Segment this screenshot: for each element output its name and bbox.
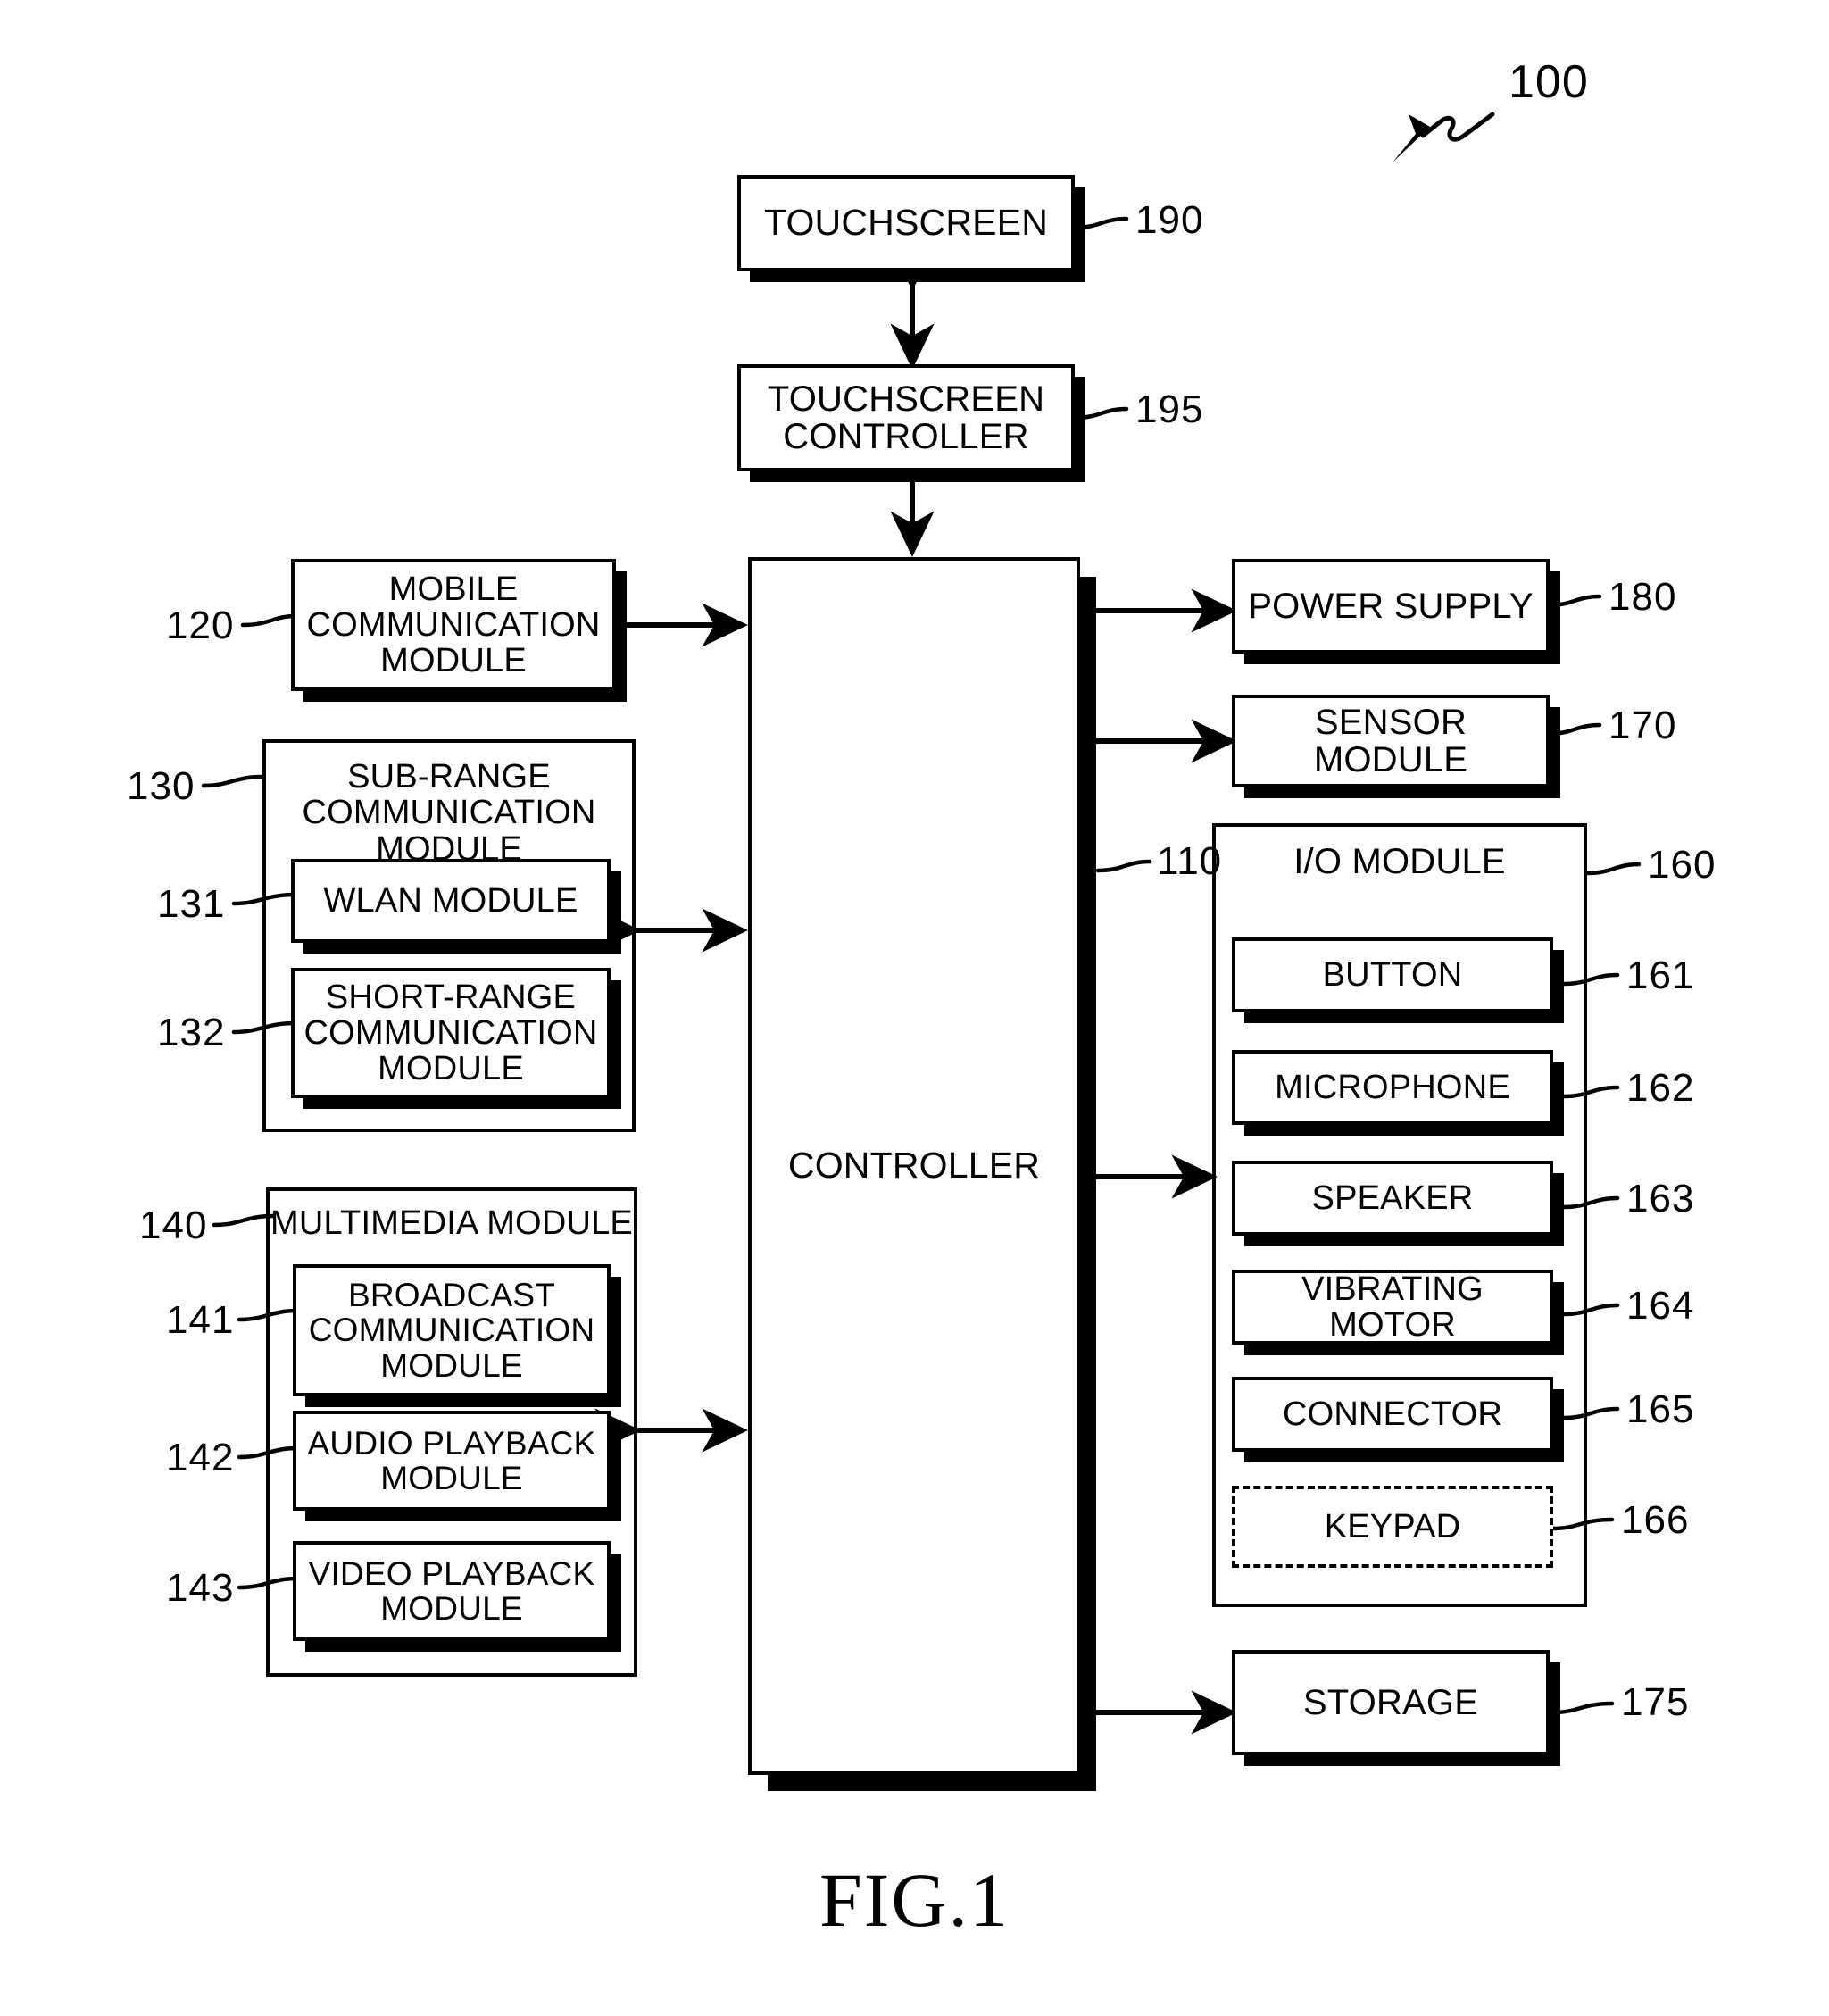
io-module-label: I/O MODULE [1293, 842, 1506, 881]
leader-140 [212, 1213, 276, 1228]
ref-140: 140 [139, 1204, 208, 1247]
node-wlan-module[interactable]: WLAN MODULE [291, 859, 611, 943]
leader-110 [1095, 859, 1152, 873]
node-touchscreen[interactable]: TOUCHSCREEN [737, 175, 1075, 271]
touchscreen-controller-label: TOUCHSCREEN CONTROLLER [767, 379, 1045, 456]
ref-165: 165 [1626, 1387, 1695, 1431]
node-vibrating-motor[interactable]: VIBRATING MOTOR [1232, 1270, 1553, 1345]
ref-143: 143 [166, 1566, 235, 1610]
leader-170 [1545, 722, 1602, 737]
leader-195 [1072, 406, 1129, 421]
wlan-module-label: WLAN MODULE [323, 881, 578, 920]
sensor-module-label: SENSOR MODULE [1313, 702, 1468, 779]
node-button[interactable]: BUTTON [1232, 937, 1553, 1012]
ref-162: 162 [1626, 1066, 1695, 1110]
node-mobile-communication-module[interactable]: MOBILE COMMUNICATION MODULE [291, 559, 616, 691]
node-short-range-communication-module[interactable]: SHORT-RANGE COMMUNICATION MODULE [291, 968, 611, 1098]
ref-142: 142 [166, 1436, 235, 1479]
keypad-label: KEYPAD [1324, 1507, 1461, 1545]
speaker-label: SPEAKER [1311, 1179, 1474, 1217]
mobile-communication-module-label: MOBILE COMMUNICATION MODULE [306, 570, 601, 680]
video-playback-module-label: VIDEO PLAYBACK MODULE [308, 1554, 595, 1627]
node-storage[interactable]: STORAGE [1232, 1650, 1550, 1755]
patent-figure-page: 100 TOUCHSCREEN 190 TOUCHSCREEN CONTROLL… [0, 0, 1829, 2016]
leader-120 [240, 613, 299, 628]
node-broadcast-communication-module[interactable]: BROADCAST COMMUNICATION MODULE [293, 1264, 611, 1396]
ref-164: 164 [1626, 1284, 1695, 1328]
node-touchscreen-controller[interactable]: TOUCHSCREEN CONTROLLER [737, 364, 1075, 471]
connector-label: CONNECTOR [1283, 1395, 1502, 1433]
node-audio-playback-module[interactable]: AUDIO PLAYBACK MODULE [293, 1411, 611, 1511]
microphone-label: MICROPHONE [1275, 1068, 1510, 1106]
button-label: BUTTON [1322, 955, 1463, 994]
ref-161: 161 [1626, 954, 1695, 997]
controller-label: CONTROLLER [787, 1145, 1041, 1187]
ref-195: 195 [1135, 387, 1204, 431]
ref-100: 100 [1509, 56, 1589, 108]
node-microphone[interactable]: MICROPHONE [1232, 1050, 1553, 1125]
node-keypad[interactable]: KEYPAD [1232, 1486, 1553, 1568]
ref-130: 130 [127, 764, 195, 808]
broadcast-communication-module-label: BROADCAST COMMUNICATION MODULE [308, 1277, 595, 1384]
ref-141: 141 [166, 1298, 235, 1342]
short-range-communication-module-label: SHORT-RANGE COMMUNICATION MODULE [303, 978, 598, 1088]
node-video-playback-module[interactable]: VIDEO PLAYBACK MODULE [293, 1541, 611, 1641]
ref-190: 190 [1135, 198, 1204, 242]
ref-175: 175 [1621, 1680, 1690, 1724]
touchscreen-label: TOUCHSCREEN [763, 202, 1049, 244]
storage-label: STORAGE [1302, 1682, 1479, 1722]
figure-caption: FIG.1 [819, 1857, 1010, 1943]
leader-190 [1072, 216, 1129, 230]
leader-175 [1550, 1701, 1615, 1715]
node-sensor-module[interactable]: SENSOR MODULE [1232, 695, 1550, 787]
node-power-supply[interactable]: POWER SUPPLY [1232, 559, 1550, 654]
ref-120: 120 [166, 604, 235, 647]
node-connector[interactable]: CONNECTOR [1232, 1377, 1553, 1452]
system-ref-squiggle-arrow [1393, 112, 1495, 162]
sub-range-communication-module-label: SUB-RANGE COMMUNICATION MODULE [302, 758, 596, 868]
ref-166: 166 [1621, 1498, 1690, 1542]
ref-132: 132 [157, 1011, 226, 1054]
ref-163: 163 [1626, 1177, 1695, 1220]
audio-playback-module-label: AUDIO PLAYBACK MODULE [307, 1424, 596, 1496]
leader-130 [201, 774, 265, 788]
leader-160 [1584, 862, 1642, 876]
ref-180: 180 [1609, 575, 1677, 619]
vibrating-motor-label: VIBRATING MOTOR [1301, 1270, 1484, 1344]
ref-131: 131 [157, 882, 226, 926]
leader-180 [1545, 594, 1602, 608]
node-speaker[interactable]: SPEAKER [1232, 1161, 1553, 1236]
node-controller[interactable]: CONTROLLER [748, 557, 1080, 1775]
ref-160: 160 [1648, 843, 1717, 887]
multimedia-module-label: MULTIMEDIA MODULE [270, 1204, 633, 1242]
ref-170: 170 [1609, 704, 1677, 747]
power-supply-label: POWER SUPPLY [1248, 586, 1534, 626]
